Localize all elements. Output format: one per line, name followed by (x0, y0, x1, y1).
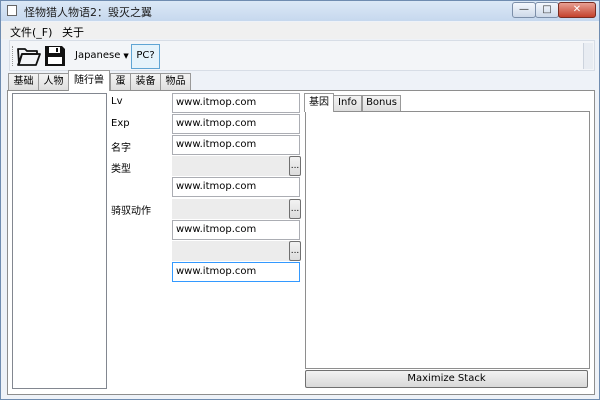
ride-action-browse-button[interactable]: ... (289, 199, 301, 219)
tab-character[interactable]: 人物 (38, 73, 69, 90)
menu-about[interactable]: 关于 (62, 24, 84, 40)
ride-action-selector[interactable] (172, 199, 300, 219)
app-icon (7, 5, 17, 16)
subtab-genes[interactable]: 基因 (304, 93, 334, 112)
ride-action-label: 骑驭动作 (111, 206, 151, 217)
close-button[interactable]: ✕ (558, 2, 596, 18)
subtab-info[interactable]: Info (333, 95, 362, 111)
tab-items[interactable]: 物品 (160, 73, 191, 90)
title-bar: 怪物猎人物语2：毁灭之翼 — □ ✕ (1, 1, 599, 21)
extra-input[interactable]: www.itmop.com (172, 262, 300, 282)
tab-monsties[interactable]: 随行兽 (68, 70, 110, 91)
window-title: 怪物猎人物语2：毁灭之翼 (24, 6, 152, 19)
exp-input[interactable]: www.itmop.com (172, 114, 300, 134)
exp-label: Exp (111, 118, 130, 129)
save-disk-icon[interactable] (43, 44, 67, 68)
toolbar-overflow-button[interactable] (583, 43, 593, 69)
subtab-bonus[interactable]: Bonus (362, 95, 401, 111)
tab-egg[interactable]: 蛋 (110, 73, 131, 90)
dropdown-arrow-icon: ▼ (123, 52, 129, 60)
toolbar: Japanese ▼ PC? (9, 40, 595, 71)
maximize-window-button[interactable]: □ (535, 2, 559, 18)
name-input[interactable]: www.itmop.com (172, 135, 300, 155)
toolbar-grip[interactable] (12, 46, 16, 66)
tab-equipment[interactable]: 装备 (130, 73, 161, 90)
type-selector[interactable] (172, 156, 300, 176)
genes-panel (305, 111, 590, 369)
open-folder-icon[interactable] (17, 44, 41, 68)
extra-selector[interactable] (172, 241, 300, 261)
name-label: 名字 (111, 143, 131, 154)
lv-input[interactable]: www.itmop.com (172, 93, 300, 113)
pc-toggle-button[interactable]: PC? (131, 44, 160, 69)
type-input[interactable]: www.itmop.com (172, 177, 300, 197)
menu-bar: 文件(_F) 关于 (1, 22, 599, 39)
app-window: 怪物猎人物语2：毁灭之翼 — □ ✕ 文件(_F) 关于 Japanese▼ (0, 0, 600, 400)
type-label: 类型 (111, 164, 131, 175)
ride-action-input[interactable]: www.itmop.com (172, 220, 300, 240)
language-value: Japanese (75, 50, 121, 61)
tab-basic[interactable]: 基础 (8, 73, 39, 90)
minimize-button[interactable]: — (512, 2, 536, 18)
maximize-stack-button[interactable]: Maximize Stack (305, 370, 588, 388)
extra-browse-button[interactable]: ... (289, 241, 301, 261)
language-dropdown[interactable]: Japanese ▼ (75, 50, 129, 61)
type-browse-button[interactable]: ... (289, 156, 301, 176)
lv-label: Lv (111, 96, 123, 107)
menu-file[interactable]: 文件(_F) (10, 24, 52, 40)
monstie-list[interactable] (12, 93, 107, 389)
